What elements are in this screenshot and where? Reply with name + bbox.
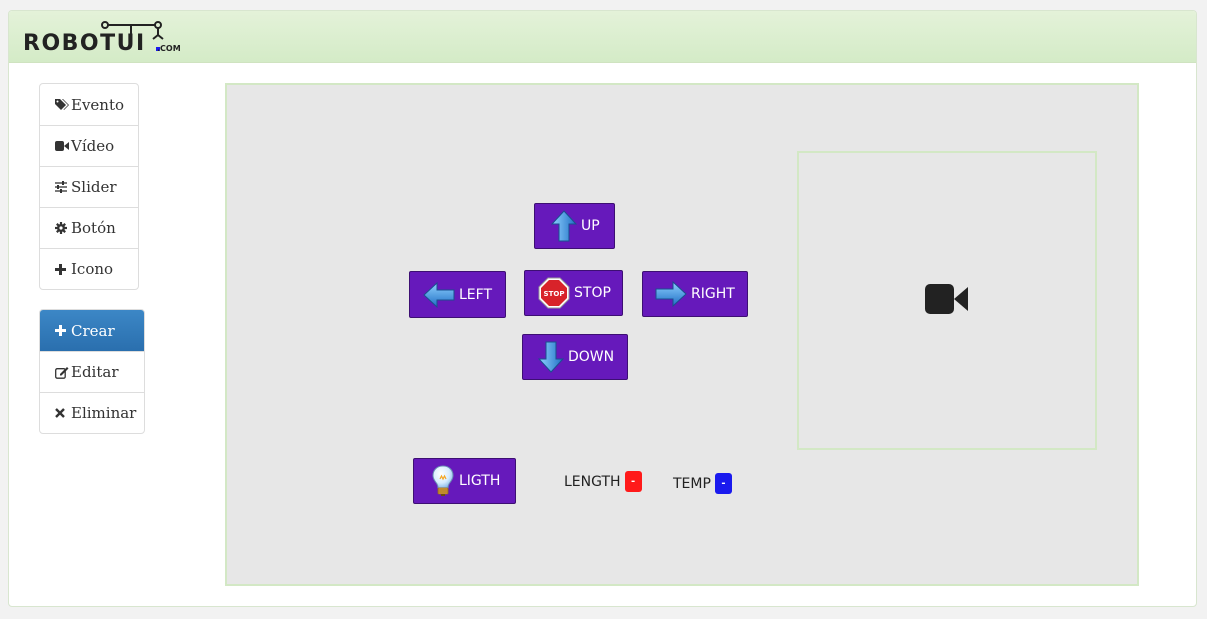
sidebar-item-label: Botón <box>71 219 116 237</box>
sidebar-item-label: Slider <box>71 178 117 196</box>
plus-icon <box>55 262 69 276</box>
arrow-down-icon <box>538 341 564 373</box>
sidebar-item-evento[interactable]: Evento <box>40 84 138 125</box>
stop-sign-icon: STOP <box>538 277 570 309</box>
components-list: Evento Vídeo Slider Botón Icono <box>39 83 139 290</box>
length-readout: LENGTH - <box>564 471 642 492</box>
header: ROBOTUI .COM <box>9 11 1196 63</box>
main-panel: ROBOTUI .COM Evento Vídeo Slider Botón I… <box>8 10 1197 607</box>
temp-readout: TEMP - <box>673 473 732 494</box>
down-button[interactable]: DOWN <box>522 334 628 380</box>
editar-label: Editar <box>71 363 119 381</box>
light-label: LIGTH <box>459 473 501 489</box>
arrow-left-icon <box>423 281 455 308</box>
down-label: DOWN <box>568 349 615 365</box>
light-bulb-icon <box>431 465 455 497</box>
video-camera-icon <box>925 283 969 319</box>
eliminar-button[interactable]: Eliminar <box>40 392 144 433</box>
plus-icon <box>55 324 69 338</box>
crear-button[interactable]: Crear <box>40 310 144 351</box>
close-icon <box>55 406 69 420</box>
video-camera-icon <box>55 139 69 153</box>
arrow-right-icon <box>655 281 687 307</box>
length-value-badge: - <box>624 471 642 492</box>
right-label: RIGHT <box>691 286 735 302</box>
editar-button[interactable]: Editar <box>40 351 144 392</box>
stop-label: STOP <box>574 285 611 301</box>
sidebar-item-label: Icono <box>71 260 114 278</box>
edit-icon <box>55 365 69 379</box>
sliders-icon <box>55 180 69 194</box>
video-placeholder[interactable] <box>797 151 1097 450</box>
temp-label: TEMP <box>673 475 711 492</box>
brand-name: ROBOTUI <box>23 31 146 56</box>
right-button[interactable]: RIGHT <box>642 271 748 317</box>
sidebar-item-label: Evento <box>71 95 125 114</box>
gear-icon <box>55 221 69 235</box>
stop-button[interactable]: STOP STOP <box>524 270 623 316</box>
sidebar-item-slider[interactable]: Slider <box>40 166 138 207</box>
brand-suffix: .COM <box>157 44 181 53</box>
temp-value-badge: - <box>714 473 732 494</box>
eliminar-label: Eliminar <box>71 404 137 422</box>
stop-sign-text: STOP <box>544 290 565 298</box>
sidebar-item-video[interactable]: Vídeo <box>40 125 138 166</box>
length-label: LENGTH <box>564 473 621 490</box>
up-label: UP <box>581 218 600 234</box>
arrow-up-icon <box>551 210 577 242</box>
light-button[interactable]: LIGTH <box>413 458 516 504</box>
design-canvas[interactable]: UP STOP STOP LEFT RIGHT DOWN LIGTH LENGT… <box>225 83 1139 586</box>
tags-icon <box>55 98 69 112</box>
actions-list: Crear Editar Eliminar <box>39 309 145 434</box>
left-button[interactable]: LEFT <box>409 271 506 318</box>
crear-label: Crear <box>71 321 115 340</box>
sidebar-item-label: Vídeo <box>71 137 115 155</box>
up-button[interactable]: UP <box>534 203 615 249</box>
left-label: LEFT <box>459 286 493 303</box>
sidebar-item-icono[interactable]: Icono <box>40 248 138 289</box>
sidebar-item-boton[interactable]: Botón <box>40 207 138 248</box>
